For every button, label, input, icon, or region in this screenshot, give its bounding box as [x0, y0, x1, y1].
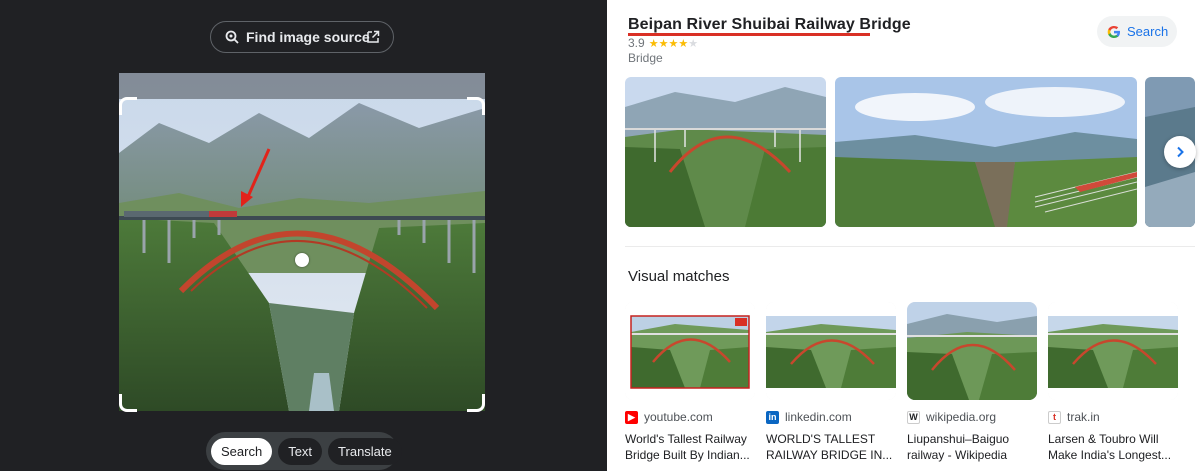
- match-caption-line: Bridge Built By Indian...: [625, 448, 750, 462]
- visual-match-thumbnail[interactable]: [1048, 302, 1178, 400]
- results-panel: Beipan River Shuibai Railway Bridge 3.9 …: [607, 0, 1200, 471]
- visual-match-card[interactable]: t trak.in Larsen & Toubro Will Make India…: [1048, 302, 1178, 463]
- match-caption-line: Liupanshui–Baiguo: [907, 432, 1010, 446]
- google-search-button[interactable]: Search: [1097, 16, 1177, 47]
- crop-handle-top-right[interactable]: [467, 97, 485, 115]
- match-caption-line: World's Tallest Railway: [625, 432, 747, 446]
- crop-handle-bottom-right[interactable]: [467, 394, 485, 412]
- crop-handle-bottom-left[interactable]: [119, 394, 137, 412]
- carousel-next-button[interactable]: [1164, 136, 1196, 168]
- visual-match-card[interactable]: ▶ youtube.com World's Tallest Railway Bri…: [625, 302, 755, 463]
- match-source[interactable]: t trak.in: [1048, 410, 1178, 424]
- entity-image-1[interactable]: [625, 77, 826, 227]
- star-empty-icon: ★: [688, 37, 699, 50]
- visual-match-card[interactable]: in linkedin.com WORLD'S TALLEST RAILWAY B…: [766, 302, 896, 463]
- match-caption-line: WORLD'S TALLEST: [766, 432, 876, 446]
- match-caption-line: Larsen & Toubro Will: [1048, 432, 1159, 446]
- app-root: Find image source Search Text Translate …: [0, 0, 1200, 471]
- match-source[interactable]: W wikipedia.org: [907, 410, 1037, 424]
- find-image-source-label: Find image source: [246, 29, 370, 45]
- entity-rating: 3.9 ★★★★★: [628, 36, 698, 50]
- match-caption-line: RAILWAY BRIDGE IN...: [766, 448, 893, 462]
- match-source[interactable]: ▶ youtube.com: [625, 410, 755, 424]
- match-caption[interactable]: WORLD'S TALLEST RAILWAY BRIDGE IN...: [766, 431, 894, 463]
- find-image-source-button[interactable]: Find image source: [210, 21, 394, 53]
- rating-stars: ★★★★★: [649, 37, 698, 50]
- google-g-icon: [1107, 25, 1121, 39]
- match-source[interactable]: in linkedin.com: [766, 410, 896, 424]
- entity-title[interactable]: Beipan River Shuibai Railway Bridge: [628, 16, 911, 34]
- rating-value: 3.9: [628, 36, 645, 50]
- crop-handle-top-left[interactable]: [119, 97, 137, 115]
- match-source-label: wikipedia.org: [926, 410, 997, 424]
- entity-image-2[interactable]: [835, 77, 1137, 227]
- star-icon: ★: [648, 37, 659, 50]
- star-icon: ★: [678, 37, 689, 50]
- section-divider: [625, 246, 1195, 247]
- match-source-label: youtube.com: [644, 410, 713, 424]
- visual-matches-heading: Visual matches: [628, 268, 730, 285]
- mode-search-tab[interactable]: Search: [211, 437, 273, 465]
- star-icon: ★: [658, 37, 669, 50]
- entity-type: Bridge: [628, 51, 663, 65]
- star-icon: ★: [668, 37, 679, 50]
- trak-icon: t: [1048, 410, 1061, 424]
- visual-match-thumbnail[interactable]: [625, 302, 755, 400]
- lens-mode-bar: Search Text Translate: [206, 432, 402, 470]
- search-chip-label: Search: [1127, 24, 1169, 39]
- query-image[interactable]: [119, 73, 485, 411]
- match-source-label: linkedin.com: [785, 410, 852, 424]
- match-caption-line: railway - Wikipedia: [907, 448, 1008, 462]
- visual-match-thumbnail[interactable]: [907, 302, 1037, 400]
- object-hotspot-dot[interactable]: [295, 253, 309, 267]
- chevron-right-icon: [1177, 146, 1184, 158]
- lens-search-icon: [224, 29, 240, 45]
- open-external-icon: [366, 30, 380, 44]
- match-source-label: trak.in: [1067, 410, 1100, 424]
- match-caption[interactable]: World's Tallest Railway Bridge Built By I…: [625, 431, 753, 463]
- youtube-icon: ▶: [625, 410, 638, 424]
- linkedin-icon: in: [766, 410, 779, 424]
- match-caption[interactable]: Larsen & Toubro Will Make India's Longest…: [1048, 431, 1176, 463]
- lens-image-panel: Find image source Search Text Translate: [0, 0, 607, 471]
- mode-text-tab[interactable]: Text: [278, 437, 323, 465]
- match-caption[interactable]: Liupanshui–Baiguo railway - Wikipedia: [907, 431, 1035, 463]
- visual-match-thumbnail[interactable]: [766, 302, 896, 400]
- match-caption-line: Make India's Longest...: [1048, 448, 1172, 462]
- visual-match-card[interactable]: W wikipedia.org Liupanshui–Baiguo railway…: [907, 302, 1037, 463]
- mode-translate-tab[interactable]: Translate: [328, 437, 402, 465]
- wikipedia-icon: W: [907, 410, 920, 424]
- crop-shade-top: [119, 73, 485, 99]
